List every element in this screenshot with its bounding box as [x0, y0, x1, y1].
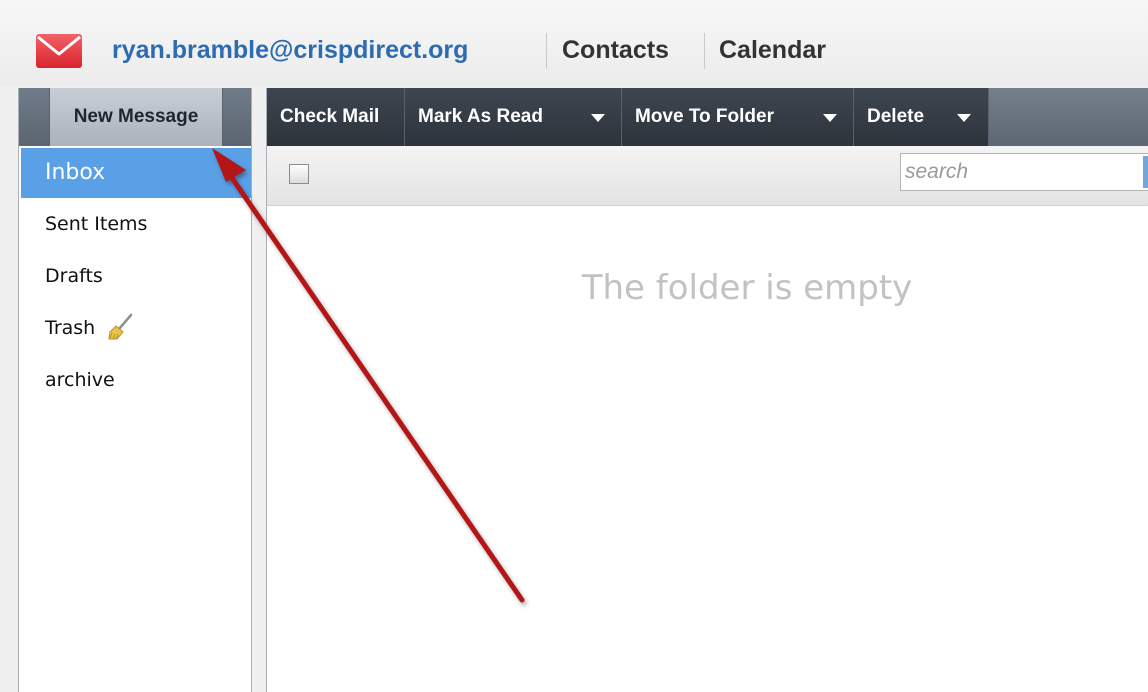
folder-item-sent-items[interactable]: Sent Items: [19, 198, 251, 250]
move-to-folder-button[interactable]: Move To Folder: [622, 88, 854, 146]
select-all-checkbox[interactable]: [289, 164, 309, 184]
calendar-link[interactable]: Calendar: [719, 32, 826, 68]
chevron-down-icon: [957, 114, 971, 122]
check-mail-label: Check Mail: [280, 106, 380, 127]
folder-label: archive: [45, 369, 115, 391]
message-pane: Check Mail Mark As Read Move To Folder D…: [266, 88, 1148, 692]
envelope-icon: [36, 34, 82, 68]
top-header: ryan.bramble@crispdirect.org Contacts Ca…: [0, 0, 1148, 86]
search-button[interactable]: [1143, 156, 1148, 188]
header-divider: [546, 33, 547, 69]
delete-button[interactable]: Delete: [854, 88, 989, 146]
chevron-down-icon: [591, 114, 605, 122]
folder-label: Inbox: [45, 160, 106, 185]
delete-label: Delete: [867, 106, 925, 127]
folder-label: Drafts: [45, 265, 103, 287]
folder-item-inbox[interactable]: Inbox: [21, 148, 251, 198]
mark-as-read-button[interactable]: Mark As Read: [405, 88, 622, 146]
move-to-folder-label: Move To Folder: [635, 106, 774, 127]
list-header: [267, 146, 1148, 206]
check-mail-button[interactable]: Check Mail: [267, 88, 405, 146]
folder-list: Inbox Sent Items Drafts Trash archive: [19, 146, 251, 406]
search-input[interactable]: [900, 153, 1148, 191]
new-message-button[interactable]: New Message: [49, 88, 223, 146]
broom-icon[interactable]: [107, 313, 135, 341]
folder-item-drafts[interactable]: Drafts: [19, 250, 251, 302]
mail-toolbar: Check Mail Mark As Read Move To Folder D…: [267, 88, 1148, 146]
folder-sidebar: New Message Inbox Sent Items Drafts Tras…: [18, 88, 252, 692]
folder-item-trash[interactable]: Trash: [19, 302, 251, 354]
new-message-bar: New Message: [19, 88, 251, 146]
contacts-link[interactable]: Contacts: [562, 32, 669, 68]
folder-label: Trash: [45, 317, 96, 339]
folder-item-archive[interactable]: archive: [19, 354, 251, 406]
chevron-down-icon: [823, 114, 837, 122]
header-divider: [704, 33, 705, 69]
mark-as-read-label: Mark As Read: [418, 106, 543, 127]
account-email-link[interactable]: ryan.bramble@crispdirect.org: [112, 32, 468, 68]
folder-label: Sent Items: [45, 213, 148, 235]
empty-folder-message: The folder is empty: [581, 268, 913, 308]
